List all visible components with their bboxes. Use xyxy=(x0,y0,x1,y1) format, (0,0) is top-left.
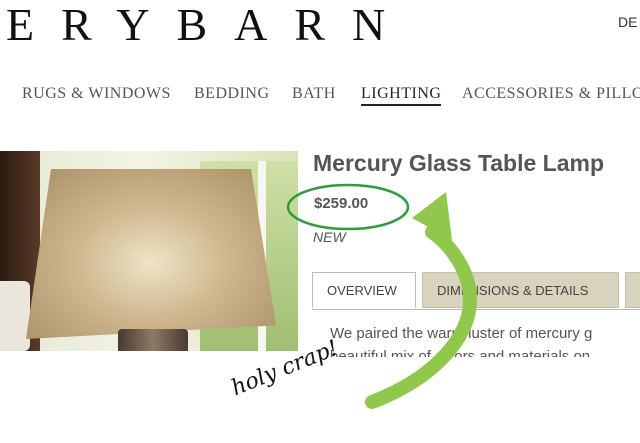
main-nav: RUGS & WINDOWS BEDDING BATH LIGHTING ACC… xyxy=(0,84,640,106)
nav-item-bedding[interactable]: BEDDING xyxy=(194,84,270,104)
product-image[interactable] xyxy=(0,151,298,351)
product-title: Mercury Glass Table Lamp xyxy=(313,150,605,176)
image-lamp-base xyxy=(118,329,188,351)
description-line-2: beautiful mix of colors and materials on xyxy=(330,348,591,357)
arrow-body-annotation xyxy=(365,225,478,409)
nav-item-bath[interactable]: BATH xyxy=(292,84,336,104)
image-pillow xyxy=(0,281,30,351)
product-price: $259.00 xyxy=(314,195,369,212)
new-badge: NEW xyxy=(313,229,346,245)
arrowhead-icon xyxy=(412,192,452,240)
product-description: We paired the warm luster of mercury g b… xyxy=(330,322,640,357)
brand-logo[interactable]: ERYBARN xyxy=(6,2,412,48)
nav-item-accessories-pillows[interactable]: ACCESSORIES & PILLOWS xyxy=(462,84,640,104)
tab-dimensions-details[interactable]: DIMENSIONS & DETAILS xyxy=(422,272,619,308)
description-line-1: We paired the warm luster of mercury g xyxy=(330,325,593,342)
tab-overview[interactable]: OVERVIEW xyxy=(312,272,416,308)
product-tabs: OVERVIEW DIMENSIONS & DETAILS xyxy=(312,272,640,310)
tab-more[interactable] xyxy=(625,272,640,308)
header-link[interactable]: DE xyxy=(618,14,637,30)
nav-item-rugs-windows[interactable]: RUGS & WINDOWS xyxy=(22,84,171,104)
nav-item-lighting[interactable]: LIGHTING xyxy=(361,84,442,106)
image-lamp-shade xyxy=(26,169,276,339)
